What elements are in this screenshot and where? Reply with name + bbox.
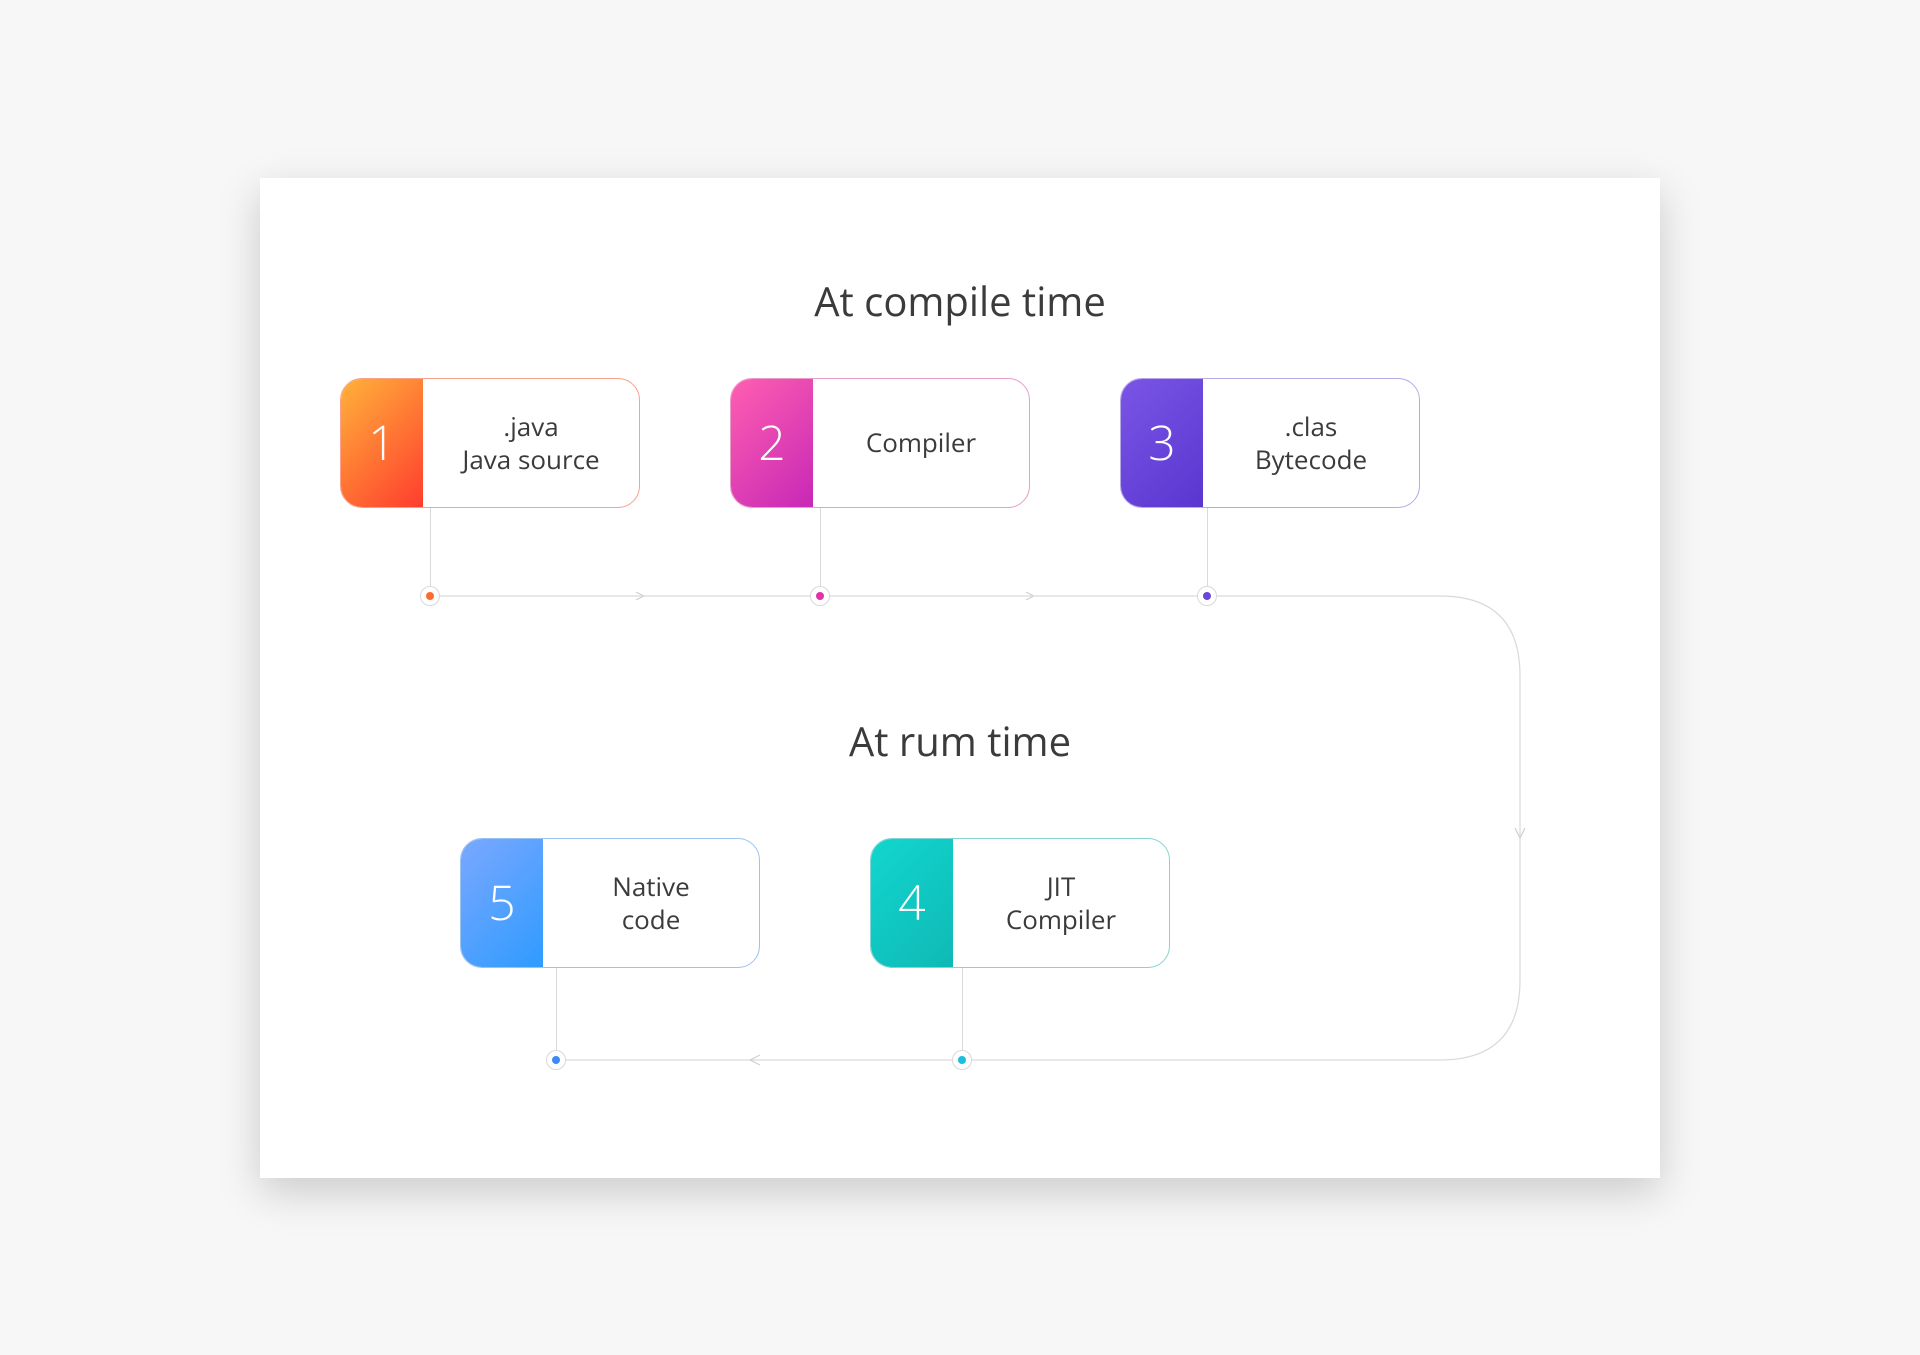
- connector-stem: [430, 508, 431, 586]
- step-card-4: 4 JIT Compiler: [870, 838, 1170, 968]
- step-label: .clas Bytecode: [1255, 410, 1367, 475]
- step-body: Native code: [543, 839, 759, 967]
- step-body: JIT Compiler: [953, 839, 1169, 967]
- connector-stem: [556, 968, 557, 1050]
- connector-stem: [820, 508, 821, 586]
- step-badge: 3: [1121, 379, 1203, 507]
- step-card-5: 5 Native code: [460, 838, 760, 968]
- section-title-compile: At compile time: [260, 273, 1660, 328]
- step-label: .java Java source: [462, 410, 599, 475]
- step-label: Compiler: [866, 426, 976, 459]
- step-card-3: 3 .clas Bytecode: [1120, 378, 1420, 508]
- flow-dot: [1197, 586, 1217, 606]
- flow-connectors: [260, 178, 1660, 1178]
- step-card-1: 1 .java Java source: [340, 378, 640, 508]
- section-title-runtime: At rum time: [260, 713, 1660, 768]
- diagram-canvas: At compile time At rum time 1 .java Java: [260, 178, 1660, 1178]
- step-card-2: 2 Compiler: [730, 378, 1030, 508]
- step-body: Compiler: [813, 379, 1029, 507]
- flow-dot: [546, 1050, 566, 1070]
- step-badge: 1: [341, 379, 423, 507]
- step-badge: 5: [461, 839, 543, 967]
- flow-dot: [810, 586, 830, 606]
- step-badge: 4: [871, 839, 953, 967]
- step-body: .clas Bytecode: [1203, 379, 1419, 507]
- flow-dot: [420, 586, 440, 606]
- flow-dot: [952, 1050, 972, 1070]
- step-badge: 2: [731, 379, 813, 507]
- connector-stem: [962, 968, 963, 1050]
- step-body: .java Java source: [423, 379, 639, 507]
- connector-stem: [1207, 508, 1208, 586]
- step-label: Native code: [612, 870, 689, 935]
- step-label: JIT Compiler: [1006, 870, 1116, 935]
